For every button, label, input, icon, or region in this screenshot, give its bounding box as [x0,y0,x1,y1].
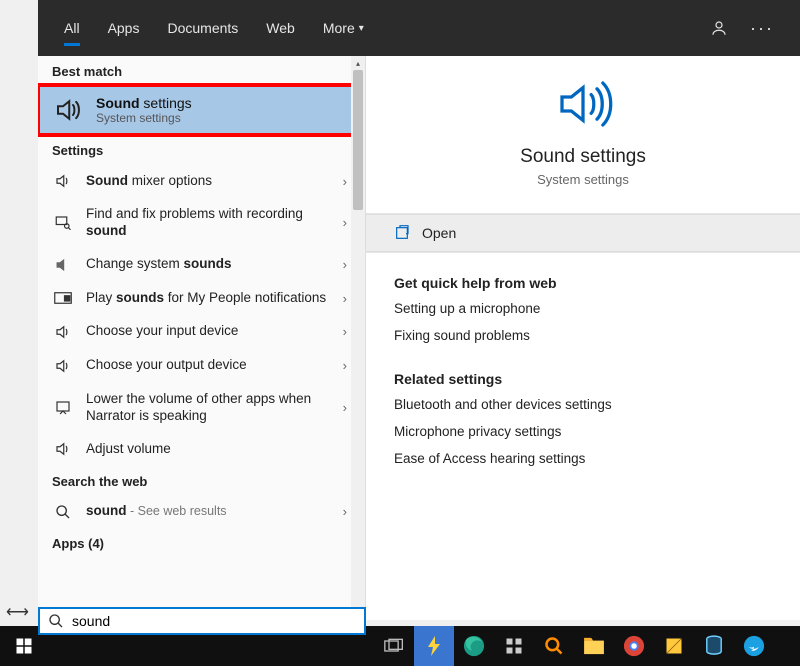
best-match-heading: Best match [38,56,365,85]
result-sound-mixer[interactable]: Sound mixer options › [38,164,365,198]
account-icon[interactable] [710,19,728,37]
related-ease-of-access[interactable]: Ease of Access hearing settings [366,445,800,472]
result-label: Sound mixer options [86,173,331,190]
related-microphone-privacy[interactable]: Microphone privacy settings [366,418,800,445]
apps-heading: Apps (4) [38,528,365,557]
quick-link-microphone[interactable]: Setting up a microphone [366,295,800,322]
tab-web[interactable]: Web [252,0,309,56]
result-my-people-sounds[interactable]: Play sounds for My People notifications … [38,282,365,315]
speaker-icon [52,95,84,125]
best-match-title: Sound settings [96,95,192,111]
result-label: Adjust volume [86,441,351,458]
result-label: Choose your output device [86,357,331,374]
search-box[interactable] [38,607,366,635]
result-label: Change system sounds [86,256,331,273]
result-narrator-volume[interactable]: Lower the volume of other apps when Narr… [38,383,365,433]
best-match-sound-settings[interactable]: Sound settings System settings [38,85,365,135]
best-match-subtitle: System settings [96,111,192,125]
scroll-thumb[interactable] [353,70,363,210]
more-options-icon[interactable]: ··· [750,18,774,39]
tab-more[interactable]: More▾ [309,0,378,56]
speaker-large-icon [366,76,800,132]
speaker-icon [52,172,74,190]
chevron-right-icon: › [343,358,351,373]
scroll-up-icon[interactable]: ▴ [351,56,365,70]
search-icon [48,613,64,629]
notes-icon[interactable] [654,626,694,666]
chrome-icon[interactable] [614,626,654,666]
search-results-panel: Best match Sound settings System setting… [38,56,366,620]
chevron-right-icon: › [343,504,351,519]
result-label: Find and fix problems with recording sou… [86,206,331,240]
result-system-sounds[interactable]: Change system sounds › [38,248,365,282]
edge-icon[interactable] [454,626,494,666]
quick-help-heading: Get quick help from web [366,253,800,295]
chevron-right-icon: › [343,174,351,189]
search-icon [52,504,74,520]
search-web-heading: Search the web [38,466,365,495]
speaker-icon [52,323,74,341]
open-label: Open [422,225,456,241]
taskbar-icon [52,291,74,305]
bird-icon[interactable] [734,626,774,666]
result-adjust-volume[interactable]: Adjust volume [38,432,365,466]
result-fix-recording[interactable]: Find and fix problems with recording sou… [38,198,365,248]
open-button[interactable]: Open [366,214,800,252]
tab-all[interactable]: All [50,0,94,56]
chevron-right-icon: › [343,324,351,339]
window-fragment: ⟷ [6,602,29,622]
related-bluetooth[interactable]: Bluetooth and other devices settings [366,391,800,418]
open-icon [394,225,410,241]
tab-documents[interactable]: Documents [153,0,252,56]
preview-title: Sound settings [366,146,800,168]
result-label: Play sounds for My People notifications [86,290,331,307]
chevron-right-icon: › [343,257,351,272]
file-explorer-icon[interactable] [574,626,614,666]
result-input-device[interactable]: Choose your input device › [38,315,365,349]
result-label: sound - See web results [86,503,331,520]
result-web-search[interactable]: sound - See web results › [38,495,365,528]
quick-link-sound-problems[interactable]: Fixing sound problems [366,322,800,349]
tab-apps[interactable]: Apps [94,0,154,56]
search-app-icon[interactable] [534,626,574,666]
related-settings-heading: Related settings [366,349,800,391]
troubleshoot-icon [52,214,74,232]
speaker-icon [52,440,74,458]
narrator-icon [52,399,74,417]
result-label: Choose your input device [86,323,331,340]
result-output-device[interactable]: Choose your output device › [38,349,365,383]
database-icon[interactable] [694,626,734,666]
chevron-right-icon: › [343,291,351,306]
chevron-down-icon: ▾ [359,23,364,34]
preview-pane: Sound settings System settings Open Get … [366,56,800,620]
app-grid-icon[interactable] [494,626,534,666]
preview-subtitle: System settings [366,172,800,187]
settings-heading: Settings [38,135,365,164]
task-view-icon[interactable] [374,626,414,666]
search-input[interactable] [72,613,356,629]
results-scrollbar[interactable]: ▴ ▾ [351,56,365,620]
search-tabs-bar: All Apps Documents Web More▾ ··· [38,0,800,56]
lightning-icon[interactable] [414,626,454,666]
chevron-right-icon: › [343,215,351,230]
speaker-icon [52,357,74,375]
chevron-right-icon: › [343,400,351,415]
result-label: Lower the volume of other apps when Narr… [86,391,331,425]
speaker-muted-icon [52,256,74,274]
